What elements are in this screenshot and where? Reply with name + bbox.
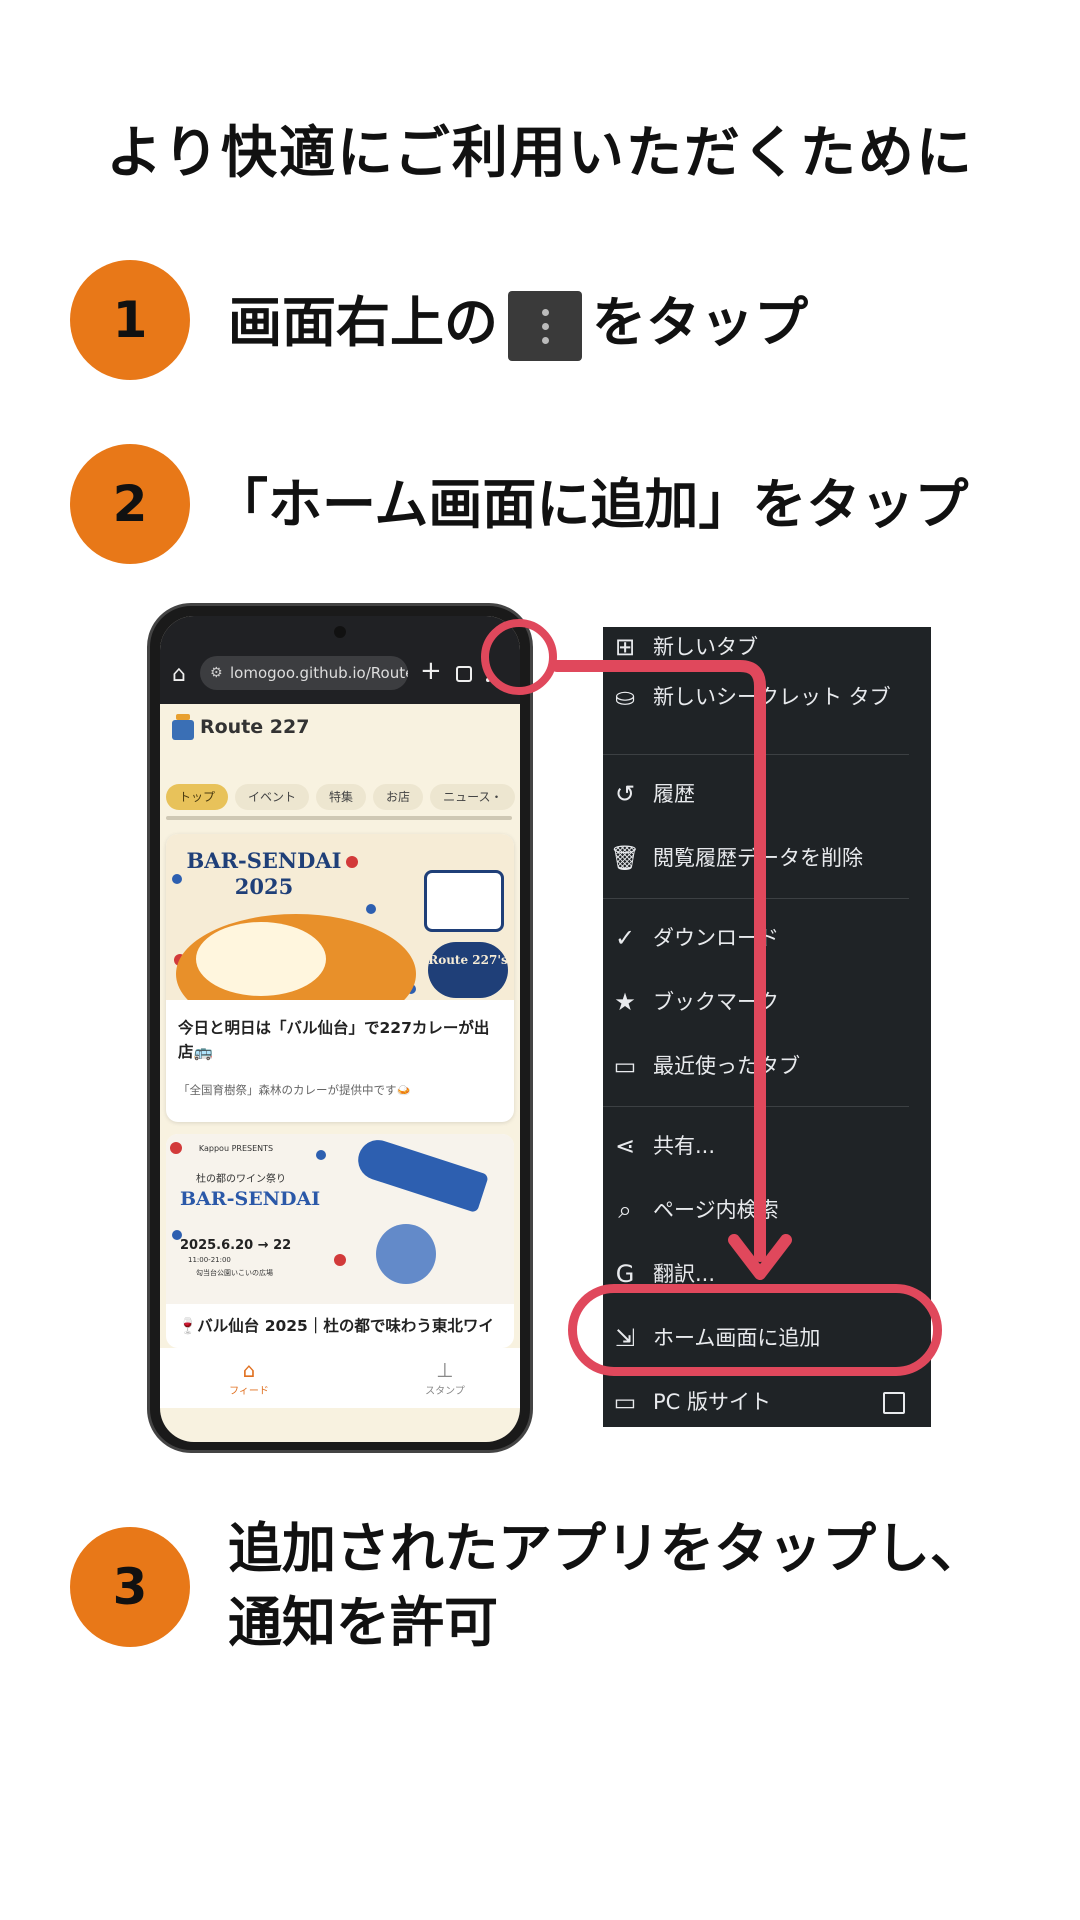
stamp-icon: ⊥ [436, 1358, 454, 1382]
menu-item-recent-tabs[interactable]: ▭ 最近使ったタブ [603, 1046, 931, 1086]
menu-item-history[interactable]: ↺ 履歴 [603, 774, 931, 814]
step-2-badge: 2 [70, 444, 190, 564]
article-banner-image: Kappou PRESENTS 杜の都のワイン祭り BAR-SENDAI 202… [166, 1134, 514, 1304]
app-title: Route 227 [200, 716, 310, 738]
article-card[interactable]: BAR-SENDAI 2025 Route 227's 今日と明日は「バル仙台」で… [166, 834, 514, 1122]
banner-presents: Kappou PRESENTS [198, 1144, 274, 1153]
menu-item-share[interactable]: ⋖ 共有... [603, 1126, 931, 1166]
front-camera [334, 626, 346, 638]
chip-news[interactable]: ニュース・ [430, 784, 516, 810]
find-in-page-icon: ⌕ [618, 1196, 632, 1224]
banner-title: BAR-SENDAI [180, 1188, 321, 1210]
category-tabs: トップ イベント 特集 お店 ニュース・ [166, 784, 520, 814]
kebab-menu-icon [508, 291, 582, 362]
menu-item-incognito[interactable]: ⛀ 新しいシークレット タブ [603, 677, 931, 717]
banner-title: BAR-SENDAI 2025 [186, 848, 342, 899]
desktop-icon: ▭ [613, 1388, 637, 1416]
site-settings-icon[interactable]: ⚙ [210, 656, 223, 690]
menu-divider [603, 898, 909, 899]
share-icon: ⋖ [614, 1132, 636, 1160]
step-2-number: 2 [112, 475, 148, 533]
step-1-number: 1 [112, 291, 148, 349]
food-truck-illustration [424, 870, 504, 932]
chip-shop[interactable]: お店 [373, 784, 424, 810]
desktop-site-checkbox[interactable] [883, 1392, 905, 1414]
menu-divider [603, 754, 909, 755]
article-title: 今日と明日は「バル仙台」で227カレーが出店🚌 [178, 1019, 490, 1061]
article-banner-image: BAR-SENDAI 2025 Route 227's [166, 834, 514, 1000]
home-icon: ⌂ [242, 1358, 256, 1382]
chips-scroll-indicator [166, 816, 512, 820]
download-icon: ✓ [614, 924, 636, 952]
article-subtitle: 「全国育樹祭」森林のカレーが提供中です🍛 [178, 1083, 411, 1097]
new-tab-plus-icon[interactable]: + [420, 656, 442, 686]
star-icon: ★ [614, 988, 636, 1016]
bus-logo-icon [172, 714, 194, 740]
menu-item-downloads[interactable]: ✓ ダウンロード [603, 918, 931, 958]
history-icon: ↺ [614, 780, 636, 808]
menu-item-find-in-page[interactable]: ⌕ ページ内検索 [603, 1190, 931, 1230]
incognito-icon: ⛀ [614, 683, 636, 711]
devices-icon: ▭ [613, 1052, 637, 1080]
tab-stamp-label: スタンプ [425, 1386, 465, 1397]
banner-subtitle: 杜の都のワイン祭り [196, 1174, 286, 1185]
step-2-text: 「ホーム画面に追加」をタップ [214, 473, 969, 536]
wine-bottle-illustration [353, 1134, 489, 1214]
route227-badge: Route 227's [428, 942, 508, 998]
add-to-home-highlight [568, 1284, 942, 1376]
step-1-badge: 1 [70, 260, 190, 380]
chip-top[interactable]: トップ [166, 784, 229, 810]
trash-icon: 🗑 [609, 844, 641, 872]
step-3-number: 3 [112, 1558, 148, 1616]
banner-time: 11:00-21:00 [188, 1256, 231, 1264]
menu-item-desktop-site[interactable]: ▭ PC 版サイト [603, 1382, 931, 1422]
chip-event[interactable]: イベント [235, 784, 310, 810]
tab-feed[interactable]: ⌂ フィード [214, 1358, 284, 1397]
new-tab-icon: ⊞ [614, 633, 636, 661]
phone-screen: ⌂ ⚙ lomogoo.github.io/Route227 + Route 2… [160, 616, 520, 1442]
menu-divider [603, 1106, 909, 1107]
tab-stamp[interactable]: ⊥ スタンプ [410, 1358, 480, 1397]
menu-button-highlight-ring [481, 619, 557, 695]
step-1-text-after: をタップ [592, 291, 808, 354]
address-bar[interactable]: ⚙ lomogoo.github.io/Route227 [200, 656, 408, 690]
app-header: Route 227 [160, 704, 520, 760]
home-icon[interactable]: ⌂ [172, 662, 186, 687]
step-3-line-1: 追加されたアプリをタップし、 [228, 1517, 984, 1580]
step-3-badge: 3 [70, 1527, 190, 1647]
article-card[interactable]: Kappou PRESENTS 杜の都のワイン祭り BAR-SENDAI 202… [166, 1134, 514, 1348]
article-title: 🍷バル仙台 2025｜杜の都で味わう東北ワイ [178, 1317, 494, 1335]
tab-feed-label: フィード [229, 1386, 269, 1397]
step-3-text: 追加されたアプリをタップし、 通知を許可 [228, 1512, 984, 1660]
tab-switcher-icon[interactable] [456, 666, 472, 682]
step-1-text-before: 画面右上の [228, 291, 498, 354]
step-1-text: 画面右上の をタップ [228, 286, 808, 362]
page-heading: より快適にご利用いただくために [106, 121, 974, 186]
bottom-nav: ⌂ フィード ⊥ スタンプ [160, 1348, 520, 1408]
step-3-line-2: 通知を許可 [228, 1591, 498, 1654]
banner-date: 2025.6.20 → 22 [180, 1238, 292, 1253]
menu-item-clear-data[interactable]: 🗑 閲覧履歴データを削除 [603, 838, 931, 878]
browser-toolbar: ⌂ ⚙ lomogoo.github.io/Route227 + [160, 616, 520, 704]
banner-venue: 勾当台公園いこいの広場 [196, 1269, 273, 1277]
chip-feature[interactable]: 特集 [316, 784, 367, 810]
address-bar-url: lomogoo.github.io/Route227 [230, 664, 408, 682]
menu-item-new-tab[interactable]: ⊞ 新しいタブ [603, 627, 931, 667]
phone-mockup: ⌂ ⚙ lomogoo.github.io/Route227 + Route 2… [147, 603, 533, 1453]
menu-item-bookmarks[interactable]: ★ ブックマーク [603, 982, 931, 1022]
